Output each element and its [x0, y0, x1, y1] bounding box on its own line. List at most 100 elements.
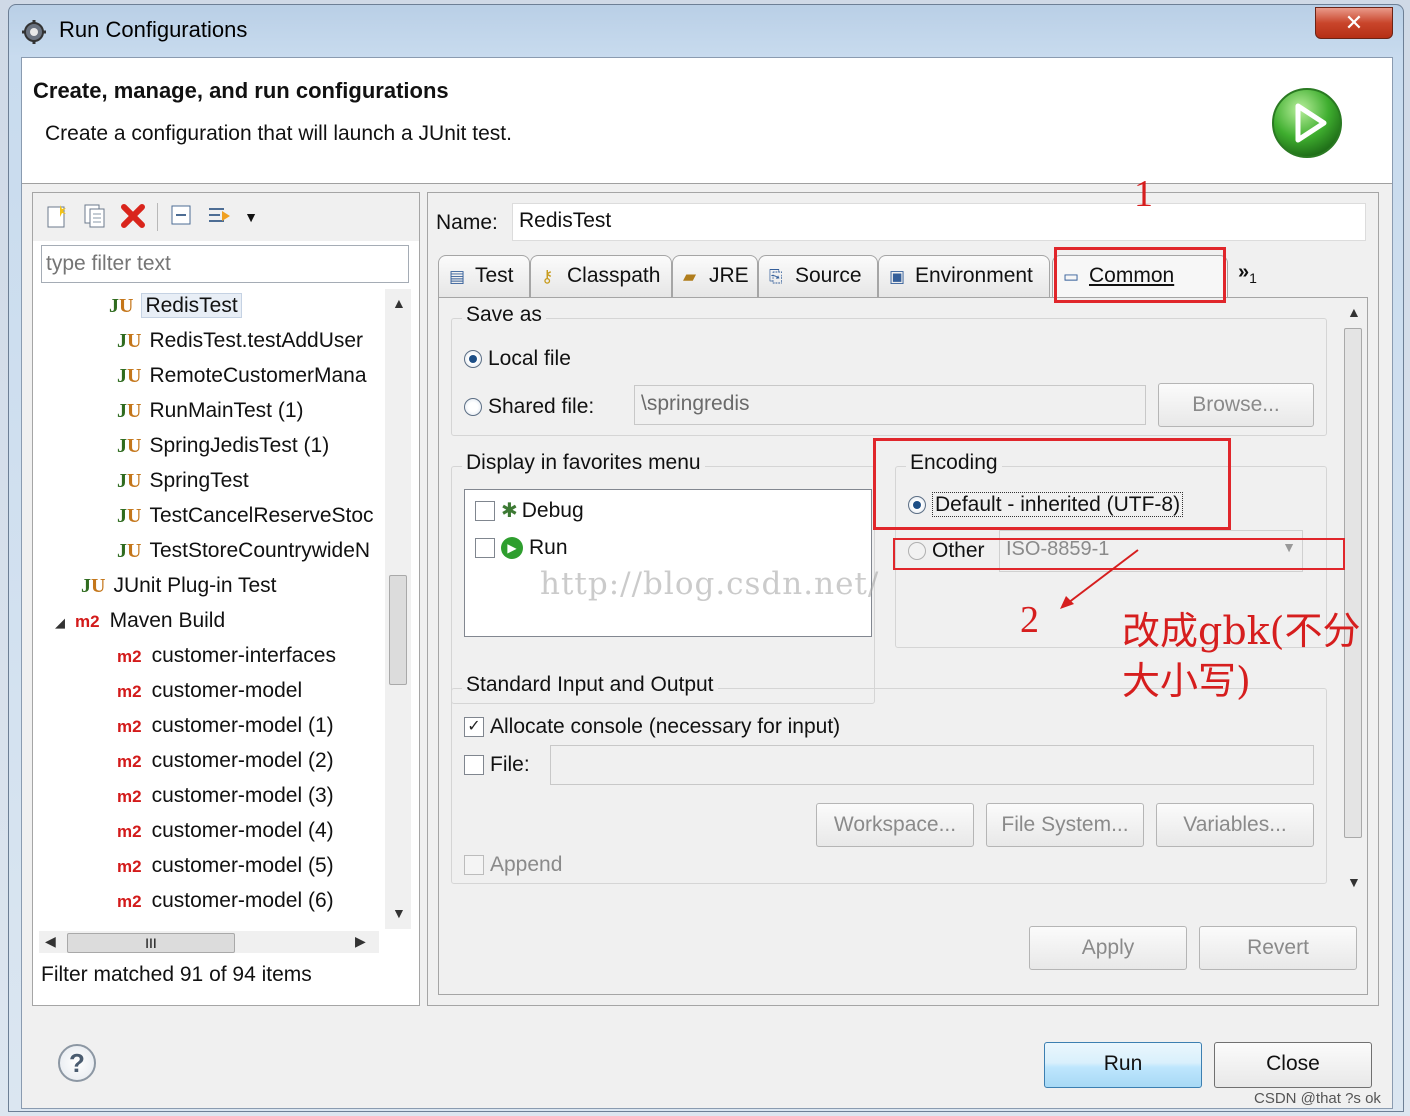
classpath-icon: ⚷: [541, 267, 554, 286]
favorite-label: Debug: [521, 499, 584, 522]
checkbox[interactable]: [464, 855, 484, 876]
annotation-box-encoding-default: [873, 438, 1231, 530]
scroll-down-arrow-icon[interactable]: ▼: [1347, 874, 1361, 890]
shared-file-path-input[interactable]: \springredis: [634, 385, 1146, 425]
tree-vertical-scrollbar[interactable]: ▲ ▼: [385, 289, 411, 929]
tab-environment[interactable]: ▣ Environment: [878, 255, 1050, 297]
filter-input[interactable]: [41, 245, 409, 283]
maven-icon: m2: [117, 647, 142, 666]
apply-button[interactable]: Apply: [1029, 926, 1187, 970]
junit-icon-j: J: [117, 470, 127, 492]
tree-item-label: customer-interfaces: [151, 644, 336, 667]
scroll-thumb[interactable]: [1344, 328, 1362, 838]
tree-item[interactable]: JU SpringTest: [117, 464, 249, 498]
tree-horizontal-scrollbar[interactable]: ◀ III ▶: [39, 931, 379, 953]
file-output-checkbox[interactable]: File:: [464, 753, 530, 777]
tree-item[interactable]: m2 customer-model: [117, 674, 302, 708]
tree-item-label: RedisTest.testAddUser: [149, 329, 364, 352]
tab-classpath[interactable]: ⚷ Classpath: [530, 255, 672, 297]
junit-icon-u: U: [127, 400, 142, 422]
scroll-up-arrow-icon[interactable]: ▲: [1347, 304, 1361, 320]
tree-item[interactable]: m2 customer-interfaces: [117, 639, 336, 673]
tree-item[interactable]: m2 customer-model (2): [117, 744, 334, 778]
tab-label: JRE: [709, 264, 749, 287]
tree-item[interactable]: JU RunMainTest (1): [117, 394, 304, 428]
filter-icon[interactable]: [205, 203, 233, 231]
browse-button[interactable]: Browse...: [1158, 383, 1314, 427]
expand-triangle-icon[interactable]: ◢: [55, 615, 65, 630]
checkbox[interactable]: [475, 501, 495, 522]
radio-label: Local file: [488, 347, 571, 370]
scroll-thumb[interactable]: [389, 575, 407, 685]
append-checkbox[interactable]: Append: [464, 853, 562, 877]
tree-item-label: customer-model: [151, 679, 303, 702]
tree-item[interactable]: JU TestCancelReserveStoc: [117, 499, 374, 533]
tree-item[interactable]: JU RedisTest.testAddUser: [117, 324, 363, 358]
scroll-thumb[interactable]: III: [67, 933, 235, 953]
tab-jre[interactable]: ▰ JRE: [672, 255, 758, 297]
shared-file-radio[interactable]: Shared file:: [464, 395, 594, 419]
close-button[interactable]: Close: [1214, 1042, 1372, 1088]
scroll-right-arrow-icon[interactable]: ▶: [355, 933, 366, 950]
checkbox[interactable]: [464, 755, 484, 776]
allocate-console-checkbox[interactable]: ✓ Allocate console (necessary for input): [464, 715, 840, 739]
name-input[interactable]: RedisTest: [512, 203, 1366, 241]
run-button[interactable]: Run: [1044, 1042, 1202, 1088]
radio-label: Shared file:: [488, 395, 595, 418]
window-title: Run Configurations: [59, 17, 248, 42]
std-io-label: Standard Input and Output: [462, 673, 718, 697]
tree-item[interactable]: JU RemoteCustomerMana: [117, 359, 367, 393]
scroll-left-arrow-icon[interactable]: ◀: [45, 933, 56, 950]
scroll-down-arrow-icon[interactable]: ▼: [392, 905, 406, 921]
local-file-radio[interactable]: Local file: [464, 347, 571, 371]
variables-button[interactable]: Variables...: [1156, 803, 1314, 847]
help-icon[interactable]: ?: [58, 1044, 96, 1082]
tree-item[interactable]: m2 customer-model (6): [117, 884, 334, 918]
tree-item[interactable]: m2 customer-model (1): [117, 709, 334, 743]
radio-indicator[interactable]: [464, 398, 482, 417]
tab-label: Classpath: [567, 264, 661, 287]
file-output-path-input[interactable]: [550, 745, 1314, 785]
checkbox[interactable]: [475, 538, 495, 559]
new-launch-config-icon[interactable]: [43, 203, 71, 231]
tree-item-maven-build[interactable]: ◢ m2 Maven Build: [55, 604, 225, 638]
favorite-debug-item[interactable]: ✱ Debug: [475, 498, 584, 523]
tree-item[interactable]: JU JUnit Plug-in Test: [81, 569, 276, 603]
checkbox[interactable]: ✓: [464, 717, 484, 738]
content-vertical-scrollbar[interactable]: ▲ ▼: [1339, 298, 1367, 894]
favorite-run-item[interactable]: ▶ Run: [475, 536, 568, 560]
tab-test[interactable]: ▤ Test: [438, 255, 530, 297]
tree-item[interactable]: m2 customer-model (3): [117, 779, 334, 813]
tree-item[interactable]: m2 customer-model (5): [117, 849, 334, 883]
test-icon: ▤: [449, 267, 466, 286]
junit-icon-u: U: [127, 470, 142, 492]
junit-plugin-icon: JU: [81, 575, 105, 597]
maven-icon: m2: [117, 682, 142, 701]
workspace-button[interactable]: Workspace...: [816, 803, 974, 847]
collapse-all-icon[interactable]: [167, 203, 195, 231]
tab-source[interactable]: ⎘ Source: [758, 255, 878, 297]
file-system-button[interactable]: File System...: [986, 803, 1144, 847]
tree-item[interactable]: JU SpringJedisTest (1): [117, 429, 329, 463]
tree-item-label: customer-model (5): [151, 854, 334, 877]
save-as-group: Save as Local file Shared file: \springr…: [451, 303, 1327, 436]
tree-item[interactable]: JU TestStoreCountrywideN: [117, 534, 370, 568]
junit-icon-j: J: [117, 330, 127, 352]
tree-item-label: RunMainTest (1): [149, 399, 304, 422]
radio-indicator[interactable]: [464, 350, 482, 369]
delete-icon[interactable]: [119, 203, 147, 231]
junit-icon: JU: [117, 330, 141, 352]
window-close-button[interactable]: ✕: [1315, 7, 1393, 39]
more-tabs-count: 1: [1249, 270, 1257, 286]
more-tabs-button[interactable]: »1: [1238, 261, 1257, 286]
revert-button[interactable]: Revert: [1199, 926, 1357, 970]
scroll-up-arrow-icon[interactable]: ▲: [392, 295, 406, 311]
maven-icon: m2: [117, 822, 142, 841]
dropdown-icon[interactable]: ▼: [237, 203, 265, 231]
junit-icon-j: J: [117, 365, 127, 387]
duplicate-icon[interactable]: [81, 203, 109, 231]
tree-item[interactable]: JU RedisTest: [109, 289, 242, 323]
junit-icon-u: U: [91, 575, 106, 597]
junit-icon-j: J: [117, 505, 127, 527]
tree-item[interactable]: m2 customer-model (4): [117, 814, 334, 848]
